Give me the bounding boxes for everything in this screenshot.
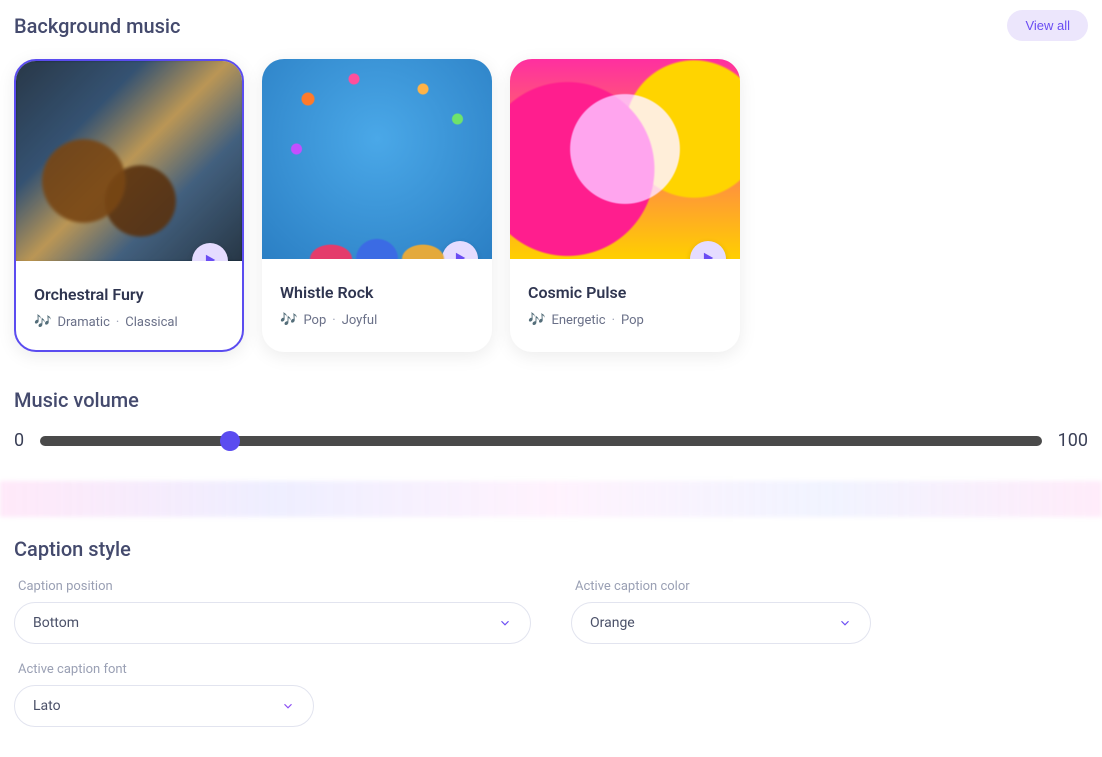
play-icon [203,253,217,262]
select-value: Orange [590,615,635,631]
active-caption-color-select[interactable]: Orange [571,602,871,644]
music-card-tag: Pop [621,313,644,328]
select-value: Lato [33,698,61,714]
background-music-heading: Background music [14,14,180,38]
chevron-down-icon [498,616,512,630]
chevron-down-icon [838,616,852,630]
music-notes-icon: 🎶 [528,312,545,328]
music-card-art [262,59,492,259]
music-card-row: Orchestral Fury 🎶 Dramatic · Classical W… [14,59,1088,352]
dot-separator: · [612,313,615,328]
caption-position-select[interactable]: Bottom [14,602,531,644]
play-button[interactable] [192,243,228,261]
active-caption-color-label: Active caption color [571,579,1088,594]
music-card-art [16,61,242,261]
music-notes-icon: 🎶 [280,312,297,328]
caption-position-label: Caption position [14,579,531,594]
music-card-title: Orchestral Fury [34,285,224,304]
section-divider [0,481,1102,517]
view-all-button[interactable]: View all [1007,10,1088,41]
dot-separator: · [116,315,119,330]
active-caption-font-select[interactable]: Lato [14,685,314,727]
music-card[interactable]: Orchestral Fury 🎶 Dramatic · Classical [14,59,244,352]
chevron-down-icon [281,699,295,713]
music-card-tag: Dramatic [57,315,109,330]
play-button[interactable] [690,241,726,259]
music-card-tag: Joyful [342,313,378,328]
play-icon [701,251,715,260]
volume-max-label: 100 [1058,430,1088,451]
music-card-tag: Energetic [551,313,605,328]
music-card-title: Whistle Rock [280,283,474,302]
music-card-title: Cosmic Pulse [528,283,722,302]
volume-slider[interactable] [40,436,1042,446]
music-card-art [510,59,740,259]
music-volume-heading: Music volume [14,388,1088,412]
music-notes-icon: 🎶 [34,314,51,330]
music-card-tag: Pop [303,313,326,328]
volume-min-label: 0 [14,430,24,451]
play-icon [453,251,467,260]
caption-style-heading: Caption style [14,537,1088,561]
select-value: Bottom [33,615,79,631]
volume-slider-thumb[interactable] [220,431,240,451]
music-card[interactable]: Whistle Rock 🎶 Pop · Joyful [262,59,492,352]
music-card-tag: Classical [125,315,177,330]
dot-separator: · [332,313,335,328]
music-card[interactable]: Cosmic Pulse 🎶 Energetic · Pop [510,59,740,352]
play-button[interactable] [442,241,478,259]
active-caption-font-label: Active caption font [14,662,531,677]
